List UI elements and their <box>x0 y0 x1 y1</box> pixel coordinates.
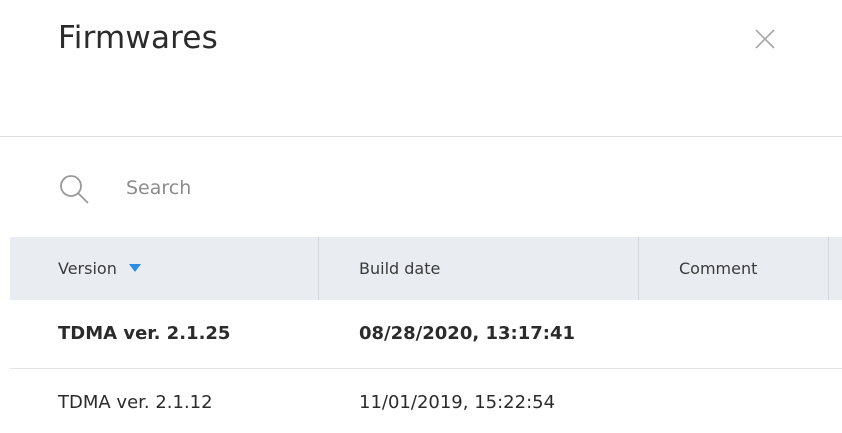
column-header-build-date[interactable]: Build date <box>319 237 639 300</box>
column-header-label: Version <box>58 259 117 278</box>
firmwares-dialog: Firmwares Version Build date Comment <box>0 0 842 433</box>
search-input[interactable] <box>122 168 530 208</box>
sort-desc-icon <box>128 263 141 272</box>
cell-build-date: 11/01/2019, 15:22:54 <box>359 392 556 413</box>
firmware-table: Version Build date Comment TDMA ver. 2.1… <box>10 237 842 433</box>
table-row[interactable]: TDMA ver. 2.1.12 11/01/2019, 15:22:54 <box>10 369 842 433</box>
cell-build-date: 08/28/2020, 13:17:41 <box>359 323 575 344</box>
close-icon <box>755 29 775 49</box>
column-header-comment[interactable]: Comment <box>639 237 829 300</box>
search-icon <box>60 175 89 204</box>
cell-version: TDMA ver. 2.1.12 <box>58 392 213 413</box>
cell-version: TDMA ver. 2.1.25 <box>58 323 231 344</box>
table-header: Version Build date Comment <box>10 237 842 300</box>
search-bar <box>0 138 842 236</box>
close-button[interactable] <box>752 26 778 52</box>
dialog-title: Firmwares <box>58 20 219 56</box>
column-header-label: Build date <box>359 259 441 278</box>
dialog-header: Firmwares <box>0 0 842 137</box>
column-header-version[interactable]: Version <box>10 237 319 300</box>
column-header-label: Comment <box>679 259 758 278</box>
table-row[interactable]: TDMA ver. 2.1.25 08/28/2020, 13:17:41 <box>10 300 842 369</box>
